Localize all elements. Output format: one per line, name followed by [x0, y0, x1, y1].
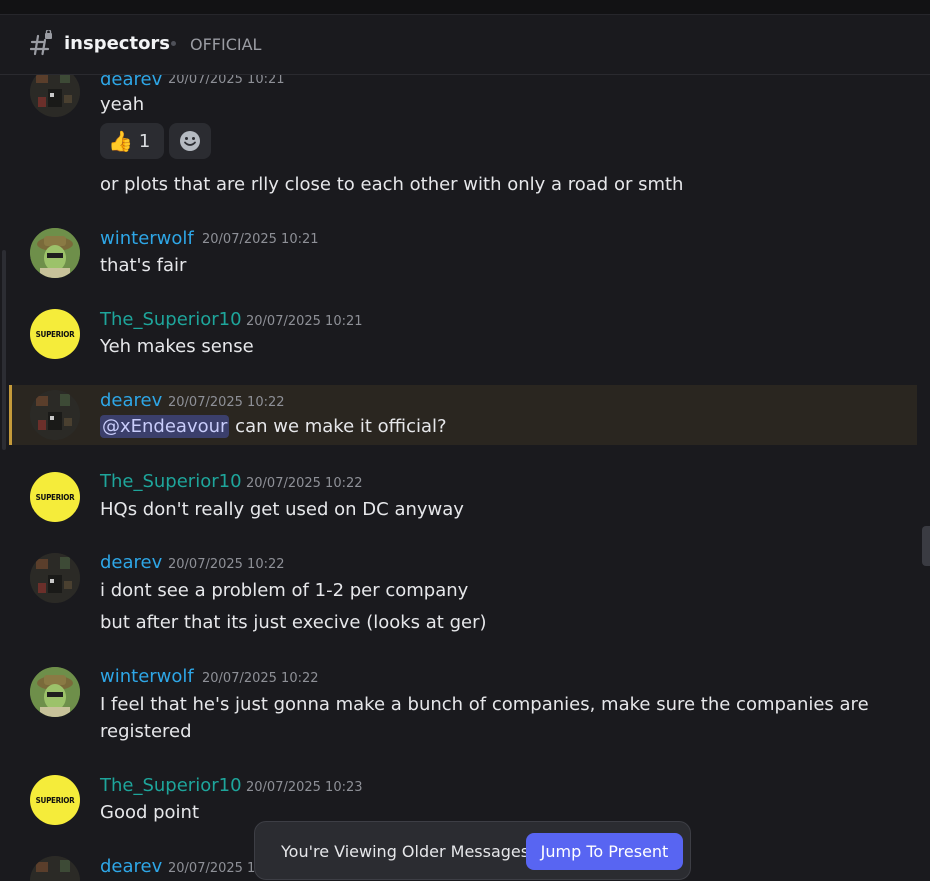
timestamp: 20/07/2025 10:23 [246, 780, 363, 795]
timestamp: 20/07/2025 10:21 [168, 75, 285, 87]
username[interactable]: winterwolf [100, 228, 194, 249]
avatar[interactable] [30, 228, 80, 278]
add-reaction-icon [180, 131, 200, 151]
mention-highlight-bar [9, 385, 12, 445]
timestamp: 20/07/2025 10:22 [168, 557, 285, 572]
message-text: but after that its just execive (looks a… [100, 612, 487, 633]
message-text: Yeh makes sense [100, 336, 254, 357]
avatar-logo-text: SUPERIOR [35, 329, 75, 339]
message-text: can we make it official? [235, 416, 447, 437]
timestamp: 20/07/2025 10:22 [246, 476, 363, 491]
avatar-image [30, 856, 80, 881]
avatar[interactable] [30, 390, 80, 440]
text-channel-locked-icon [30, 30, 52, 56]
user-mention[interactable]: @xEndeavour [100, 415, 230, 438]
message-list: dearev 20/07/2025 10:21 yeah 👍 1 or plot… [0, 75, 930, 881]
window-top-strip [0, 0, 930, 15]
message-text: or plots that are rlly close to each oth… [100, 174, 684, 195]
topic-divider [171, 41, 176, 46]
reaction-count: 1 [138, 130, 151, 152]
avatar[interactable] [30, 75, 80, 117]
username[interactable]: winterwolf [100, 666, 194, 687]
timestamp: 20/07/2025 10:22 [168, 395, 285, 410]
message-text-line: @xEndeavour can we make it official? [100, 415, 447, 438]
reaction-thumbs-up[interactable]: 👍 1 [100, 123, 164, 159]
channel-header: inspectors OFFICIAL [0, 15, 930, 75]
banner-text: You're Viewing Older Messages [281, 842, 530, 861]
message-text: yeah [100, 94, 145, 115]
avatar-logo-text: SUPERIOR [35, 492, 75, 502]
message-text: i dont see a problem of 1-2 per company [100, 580, 469, 601]
older-messages-banner: You're Viewing Older Messages Jump To Pr… [254, 821, 691, 880]
avatar[interactable]: SUPERIOR [30, 309, 80, 359]
message-text: Good point [100, 802, 200, 823]
message-text: registered [100, 721, 192, 742]
timestamp: 20/07/2025 10:21 [202, 232, 319, 247]
username[interactable]: The_Superior10 [100, 471, 242, 492]
jump-to-present-button[interactable]: Jump To Present [526, 833, 683, 870]
timestamp: 20/07/2025 1 [168, 861, 256, 876]
username[interactable]: dearev [100, 390, 162, 411]
channel-topic[interactable]: OFFICIAL [190, 35, 261, 54]
username[interactable]: dearev [100, 552, 162, 573]
username[interactable]: dearev [100, 75, 162, 90]
avatar-image [30, 390, 80, 440]
avatar-image [30, 553, 80, 603]
username[interactable]: The_Superior10 [100, 775, 242, 796]
timestamp: 20/07/2025 10:22 [202, 671, 319, 686]
message-text: I feel that he's just gonna make a bunch… [100, 694, 869, 715]
avatar-image [30, 667, 80, 717]
message-text: HQs don't really get used on DC anyway [100, 499, 464, 520]
avatar-image [30, 75, 80, 117]
avatar-image [30, 228, 80, 278]
thumbs-up-icon: 👍 [108, 129, 133, 153]
username[interactable]: dearev [100, 856, 162, 877]
avatar[interactable] [30, 667, 80, 717]
avatar[interactable] [30, 856, 80, 881]
avatar[interactable]: SUPERIOR [30, 775, 80, 825]
username[interactable]: The_Superior10 [100, 309, 242, 330]
avatar[interactable] [30, 553, 80, 603]
avatar-logo-text: SUPERIOR [35, 795, 75, 805]
avatar[interactable]: SUPERIOR [30, 472, 80, 522]
timestamp: 20/07/2025 10:21 [246, 314, 363, 329]
message-text: that's fair [100, 255, 187, 276]
add-reaction-button[interactable] [169, 123, 211, 159]
channel-name: inspectors [64, 33, 171, 54]
